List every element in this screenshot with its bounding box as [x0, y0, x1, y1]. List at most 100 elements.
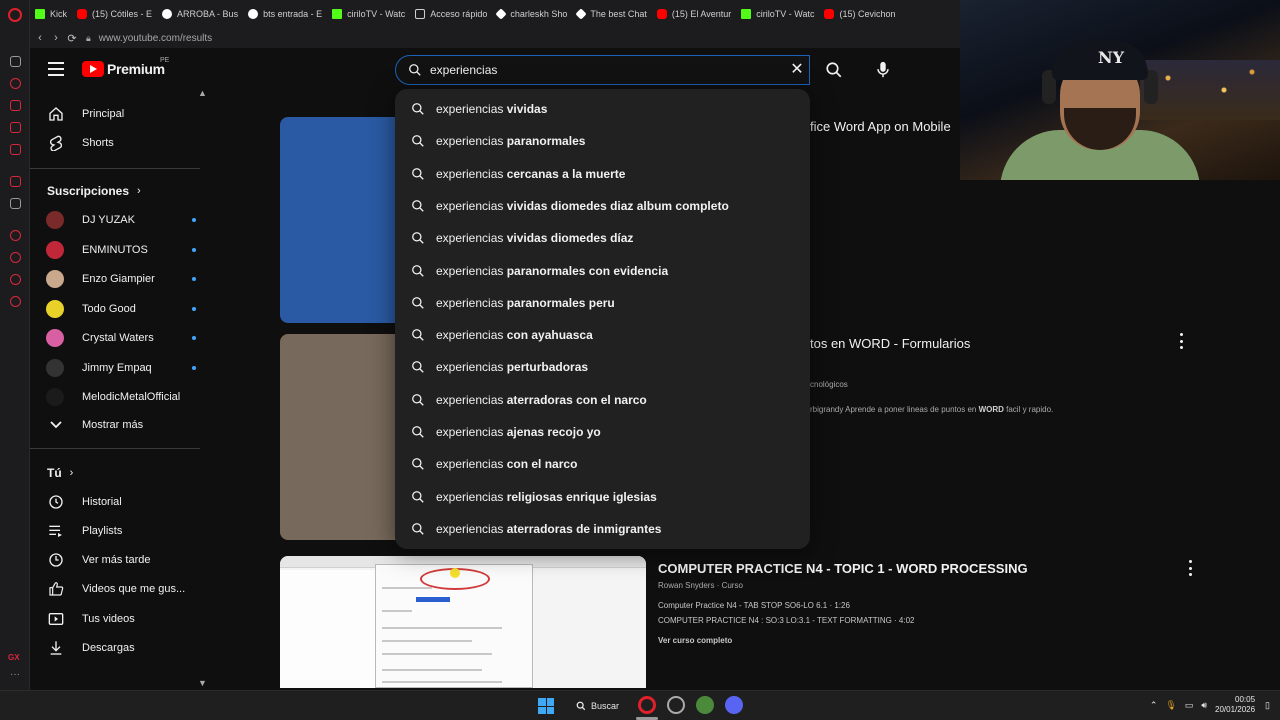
settings-icon[interactable]	[10, 296, 21, 307]
microphone-tray-icon[interactable]: 🎙︎	[1165, 700, 1176, 711]
opera-logo-icon[interactable]	[8, 8, 22, 22]
suggestion-item[interactable]: experiencias ajenas recojo yo	[395, 417, 810, 447]
suggestion-item[interactable]: experiencias con el narco	[395, 449, 810, 479]
course-video-2[interactable]: COMPUTER PRACTICE N4 : SO:3 LO:3.1 - TEX…	[658, 616, 915, 625]
result-thumbnail[interactable]	[280, 334, 400, 540]
result-thumbnail[interactable]	[280, 117, 400, 323]
show-more-button[interactable]: Mostrar más	[46, 412, 196, 438]
history-rail-icon[interactable]	[10, 274, 21, 285]
network-icon[interactable]: ▭	[1185, 700, 1194, 711]
clock[interactable]: 00:05 20/01/2026	[1215, 695, 1255, 715]
result-title[interactable]: COMPUTER PRACTICE N4 - TOPIC 1 - WORD PR…	[658, 561, 1028, 576]
sidebar-item-descargas[interactable]: Descargas	[46, 635, 196, 661]
subscription-item[interactable]: Enzo Giampier	[46, 266, 196, 292]
browser-tab[interactable]: ciriloTV - Watc	[327, 0, 410, 28]
search-input[interactable]	[430, 63, 770, 77]
forward-icon[interactable]: ›	[48, 32, 64, 44]
scroll-down-icon[interactable]: ▼	[198, 678, 207, 688]
view-course-link[interactable]: Ver curso completo	[658, 636, 732, 645]
search-button[interactable]	[812, 55, 856, 85]
result-channel[interactable]: Rowan Snyders · Curso	[658, 581, 743, 590]
voice-search-button[interactable]	[868, 55, 898, 85]
opera-gx-app-icon[interactable]	[638, 696, 656, 714]
subscriptions-header[interactable]: Suscripciones ›	[47, 184, 141, 198]
subscription-item[interactable]: ENMINUTOS	[46, 237, 196, 263]
search-icon	[412, 361, 424, 374]
result-thumbnail[interactable]	[280, 556, 646, 688]
browser-tab[interactable]: (15) El Aventur	[652, 0, 736, 28]
music-icon[interactable]	[10, 144, 21, 155]
browser-tab[interactable]: charleskh Sho	[492, 0, 572, 28]
subscription-item[interactable]: DJ YUZAK	[46, 207, 196, 233]
windows-start-icon[interactable]	[538, 698, 554, 714]
aria-icon[interactable]	[10, 78, 21, 89]
url-field[interactable]: www.youtube.com/results	[99, 33, 212, 44]
more-icon[interactable]: ···	[10, 669, 20, 680]
suggestion-item[interactable]: experiencias perturbadoras	[395, 352, 810, 382]
bag-icon[interactable]	[10, 100, 21, 111]
subscription-item[interactable]: Todo Good	[46, 296, 196, 322]
suggestion-item[interactable]: experiencias cercanas a la muerte	[395, 159, 810, 189]
suggestion-item[interactable]: experiencias paranormales	[395, 126, 810, 156]
browser-tab[interactable]: Acceso rápido	[410, 0, 492, 28]
clear-search-icon[interactable]: ✕	[789, 62, 805, 78]
sidebar-item-principal[interactable]: Principal	[46, 101, 196, 127]
sidebar-item-playlists[interactable]: Playlists	[46, 518, 196, 544]
reload-icon[interactable]: ⟳	[64, 32, 80, 45]
subscription-item[interactable]: Crystal Waters	[46, 325, 196, 351]
result-title[interactable]: tos en WORD - Formularios	[810, 336, 970, 351]
suggestion-item[interactable]: experiencias aterradoras de inmigrantes	[395, 514, 810, 544]
suggestion-query-part: experiencias	[436, 360, 504, 375]
browser-tab[interactable]: ARROBA - Bus	[157, 0, 243, 28]
search-box[interactable]: ✕	[395, 55, 810, 85]
taskbar-search[interactable]: Buscar	[576, 697, 619, 715]
discord-icon[interactable]	[10, 252, 21, 263]
browser-tab[interactable]: ciriloTV - Watc	[736, 0, 819, 28]
more-actions-icon[interactable]	[1186, 560, 1194, 576]
browser-tab[interactable]: bts entrada - E	[243, 0, 327, 28]
suggestion-item[interactable]: experiencias aterradoras con el narco	[395, 385, 810, 415]
chevron-up-icon[interactable]: ⌃	[1150, 700, 1158, 711]
back-icon[interactable]: ‹	[32, 32, 48, 44]
gx-icon[interactable]: GX	[8, 653, 20, 662]
youtube-premium-logo[interactable]: Premium PE	[82, 57, 169, 77]
steam-app-icon[interactable]	[667, 696, 685, 714]
notifications-icon[interactable]: ▯	[1265, 700, 1270, 711]
sidebar-item-historial[interactable]: Historial	[46, 489, 196, 515]
suggestion-item[interactable]: experiencias con ayahuasca	[395, 320, 810, 350]
suggestion-item[interactable]: experiencias paranormales peru	[395, 288, 810, 318]
course-video-1[interactable]: Computer Practice N4 - TAB STOP SO6-LO 6…	[658, 601, 850, 610]
browser-tab[interactable]: (15) Cótiles - E	[72, 0, 157, 28]
browser-tab[interactable]: Kick	[30, 0, 72, 28]
volume-icon[interactable]: 🔊︎	[1201, 700, 1207, 711]
suggestion-item[interactable]: experiencias religiosas enrique iglesias	[395, 482, 810, 512]
x-twitter-icon[interactable]	[10, 198, 21, 209]
sidebar-item-ver-mas-tarde[interactable]: Ver más tarde	[46, 547, 196, 573]
channel-avatar	[46, 299, 64, 318]
suggestion-item[interactable]: experiencias vividas diomedes diaz album…	[395, 191, 810, 221]
xbox-app-icon[interactable]	[696, 696, 714, 714]
extensions-icon[interactable]	[10, 56, 21, 67]
you-header[interactable]: Tú ›	[47, 466, 73, 480]
subscription-item[interactable]: Jimmy Empaq	[46, 355, 196, 381]
scroll-up-icon[interactable]: ▲	[198, 88, 207, 98]
sidebar-item-shorts[interactable]: Shorts	[46, 130, 196, 156]
more-actions-icon[interactable]	[1177, 333, 1185, 349]
suggestion-item[interactable]: experiencias paranormales con evidencia	[395, 256, 810, 286]
menu-icon[interactable]	[48, 62, 64, 76]
your-videos-icon	[46, 609, 66, 629]
sidebar-item-liked-videos[interactable]: Videos que me gus...	[46, 576, 196, 602]
browser-tab[interactable]: (15) Cevichon	[819, 0, 900, 28]
discord-app-icon[interactable]	[725, 696, 743, 714]
result-channel[interactable]: cnológicos	[810, 380, 848, 389]
result-title[interactable]: fice Word App on Mobile	[810, 119, 951, 134]
suggestion-completion: religiosas enrique iglesias	[503, 489, 657, 504]
clock-icon[interactable]	[10, 230, 21, 241]
subscription-item[interactable]: MelodicMetalOfficial	[46, 384, 196, 410]
twitch-icon[interactable]	[10, 176, 21, 187]
browser-tab[interactable]: The best Chat	[572, 0, 652, 28]
messenger-icon[interactable]	[10, 122, 21, 133]
suggestion-item[interactable]: experiencias vividas	[395, 94, 810, 124]
sidebar-item-tus-videos[interactable]: Tus videos	[46, 606, 196, 632]
suggestion-item[interactable]: experiencias vividas diomedes díaz	[395, 223, 810, 253]
